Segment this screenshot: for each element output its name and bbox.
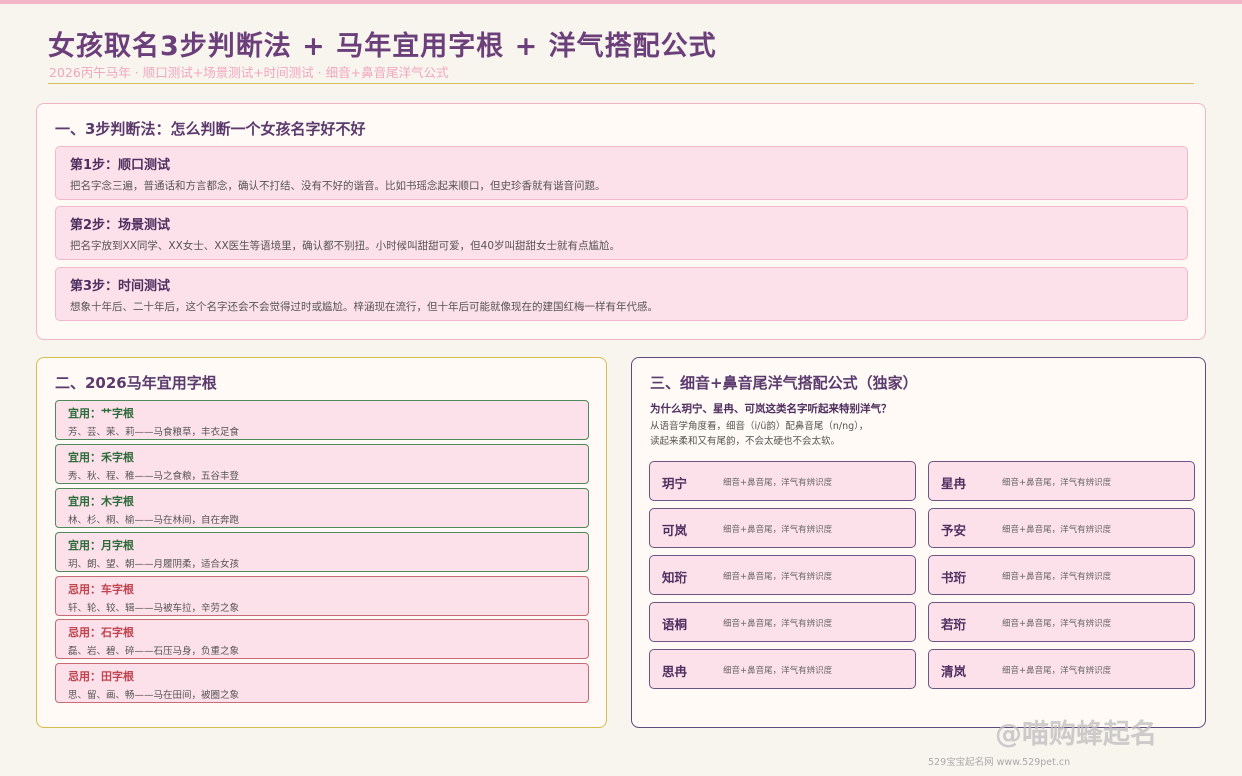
root-title: 忌用：石字根 <box>68 626 134 639</box>
root-item-good: 宜用：艹字根 芳、芸、茉、莉——马食粮草，丰衣足食 <box>55 400 589 440</box>
step-box-1: 第1步：顺口测试 把名字念三遍，普通话和方言都念，确认不打结、没有不好的谐音。比… <box>55 146 1188 200</box>
step-description: 把名字放到XX同学、XX女士、XX医生等语境里，确认都不别扭。小时候叫甜甜可爱，… <box>70 240 621 252</box>
root-title: 忌用：田字根 <box>68 670 134 683</box>
page-subtitle: 2026丙午马年 · 顺口测试+场景测试+时间测试 · 细音+鼻音尾洋气公式 <box>49 65 449 80</box>
roots-section-title: 二、2026马年宜用字根 <box>55 374 217 392</box>
name-label: 玥宁 <box>662 476 688 491</box>
title-divider <box>48 83 1194 84</box>
page-title: 女孩取名3步判断法 + 马年宜用字根 + 洋气搭配公式 <box>48 31 717 62</box>
name-label: 语桐 <box>662 617 688 632</box>
name-description: 细音+鼻音尾，洋气有辨识度 <box>1002 478 1112 488</box>
root-description: 玥、朗、望、朝——月履阴柔，适合女孩 <box>68 559 240 570</box>
name-label: 知珩 <box>662 570 688 585</box>
name-card: 语桐 细音+鼻音尾，洋气有辨识度 <box>649 602 916 642</box>
watermark: @喵购蜂起名 <box>995 719 1157 750</box>
root-title: 宜用：艹字根 <box>68 407 134 420</box>
name-card: 知珩 细音+鼻音尾，洋气有辨识度 <box>649 555 916 595</box>
name-card: 星冉 细音+鼻音尾，洋气有辨识度 <box>928 461 1195 501</box>
name-description: 细音+鼻音尾，洋气有辨识度 <box>1002 572 1112 582</box>
name-description: 细音+鼻音尾，洋气有辨识度 <box>1002 525 1112 535</box>
name-card: 玥宁 细音+鼻音尾，洋气有辨识度 <box>649 461 916 501</box>
root-title: 宜用：禾字根 <box>68 451 134 464</box>
name-description: 细音+鼻音尾，洋气有辨识度 <box>1002 619 1112 629</box>
root-item-good: 宜用：禾字根 秀、秋、程、稚——马之食粮，五谷丰登 <box>55 444 589 484</box>
name-description: 细音+鼻音尾，洋气有辨识度 <box>723 619 833 629</box>
name-card: 思冉 细音+鼻音尾，洋气有辨识度 <box>649 649 916 689</box>
root-item-bad: 忌用：石字根 磊、岩、碧、碎——石压马身，负重之象 <box>55 619 589 659</box>
root-description: 芳、芸、茉、莉——马食粮草，丰衣足食 <box>68 427 240 438</box>
name-card: 若珩 细音+鼻音尾，洋气有辨识度 <box>928 602 1195 642</box>
formula-explanation-line: 读起来柔和又有尾韵，不会太硬也不会太软。 <box>650 436 841 447</box>
name-card: 清岚 细音+鼻音尾，洋气有辨识度 <box>928 649 1195 689</box>
root-title: 宜用：月字根 <box>68 539 134 552</box>
root-description: 秀、秋、程、稚——马之食粮，五谷丰登 <box>68 471 240 482</box>
formula-section-title: 三、细音+鼻音尾洋气搭配公式（独家） <box>650 374 918 392</box>
footer-site-text: 529宝宝起名网 www.529pet.cn <box>928 757 1071 768</box>
name-description: 细音+鼻音尾，洋气有辨识度 <box>723 478 833 488</box>
steps-card: 一、3步判断法：怎么判断一个女孩名字好不好 第1步：顺口测试 把名字念三遍，普通… <box>36 103 1206 340</box>
steps-section-title: 一、3步判断法：怎么判断一个女孩名字好不好 <box>55 120 366 138</box>
name-description: 细音+鼻音尾，洋气有辨识度 <box>723 572 833 582</box>
root-description: 思、留、画、畅——马在田间，被圈之象 <box>68 690 240 701</box>
root-title: 忌用：车字根 <box>68 583 134 596</box>
step-title: 第2步：场景测试 <box>70 218 171 233</box>
name-label: 星冉 <box>941 476 967 491</box>
step-title: 第1步：顺口测试 <box>70 158 171 173</box>
name-description: 细音+鼻音尾，洋气有辨识度 <box>723 525 833 535</box>
root-description: 磊、岩、碧、碎——石压马身，负重之象 <box>68 646 240 657</box>
name-card: 书珩 细音+鼻音尾，洋气有辨识度 <box>928 555 1195 595</box>
name-label: 清岚 <box>941 664 967 679</box>
root-description: 轩、轮、较、辑——马被车拉，辛劳之象 <box>68 603 240 614</box>
name-label: 书珩 <box>941 570 967 585</box>
name-description: 细音+鼻音尾，洋气有辨识度 <box>723 666 833 676</box>
step-box-2: 第2步：场景测试 把名字放到XX同学、XX女士、XX医生等语境里，确认都不别扭。… <box>55 206 1188 260</box>
root-title: 宜用：木字根 <box>68 495 134 508</box>
name-description: 细音+鼻音尾，洋气有辨识度 <box>1002 666 1112 676</box>
step-title: 第3步：时间测试 <box>70 279 171 294</box>
root-item-good: 宜用：月字根 玥、朗、望、朝——月履阴柔，适合女孩 <box>55 532 589 572</box>
root-description: 林、杉、桐、榆——马在林间，自在奔跑 <box>68 515 240 526</box>
name-card: 予安 细音+鼻音尾，洋气有辨识度 <box>928 508 1195 548</box>
name-card: 可岚 细音+鼻音尾，洋气有辨识度 <box>649 508 916 548</box>
name-label: 若珩 <box>941 617 967 632</box>
formula-question: 为什么玥宁、星冉、可岚这类名字听起来特别洋气？ <box>650 403 892 415</box>
top-accent-bar <box>0 0 1242 4</box>
step-box-3: 第3步：时间测试 想象十年后、二十年后，这个名字还会不会觉得过时或尴尬。梓涵现在… <box>55 267 1188 321</box>
formula-explanation-line: 从语音学角度看，细音（i/ü韵）配鼻音尾（n/ng）， <box>650 421 869 432</box>
formula-card: 三、细音+鼻音尾洋气搭配公式（独家） 为什么玥宁、星冉、可岚这类名字听起来特别洋… <box>631 357 1206 728</box>
root-item-bad: 忌用：车字根 轩、轮、较、辑——马被车拉，辛劳之象 <box>55 576 589 616</box>
formula-explanation: 从语音学角度看，细音（i/ü韵）配鼻音尾（n/ng）， 读起来柔和又有尾韵，不会… <box>650 419 868 449</box>
root-item-good: 宜用：木字根 林、杉、桐、榆——马在林间，自在奔跑 <box>55 488 589 528</box>
roots-card: 二、2026马年宜用字根 宜用：艹字根 芳、芸、茉、莉——马食粮草，丰衣足食 宜… <box>36 357 607 728</box>
root-item-bad: 忌用：田字根 思、留、画、畅——马在田间，被圈之象 <box>55 663 589 703</box>
step-description: 把名字念三遍，普通话和方言都念，确认不打结、没有不好的谐音。比如书瑶念起来顺口，… <box>70 180 606 192</box>
step-description: 想象十年后、二十年后，这个名字还会不会觉得过时或尴尬。梓涵现在流行，但十年后可能… <box>70 301 658 313</box>
name-label: 可岚 <box>662 523 688 538</box>
name-label: 思冉 <box>662 664 688 679</box>
name-label: 予安 <box>941 523 967 538</box>
